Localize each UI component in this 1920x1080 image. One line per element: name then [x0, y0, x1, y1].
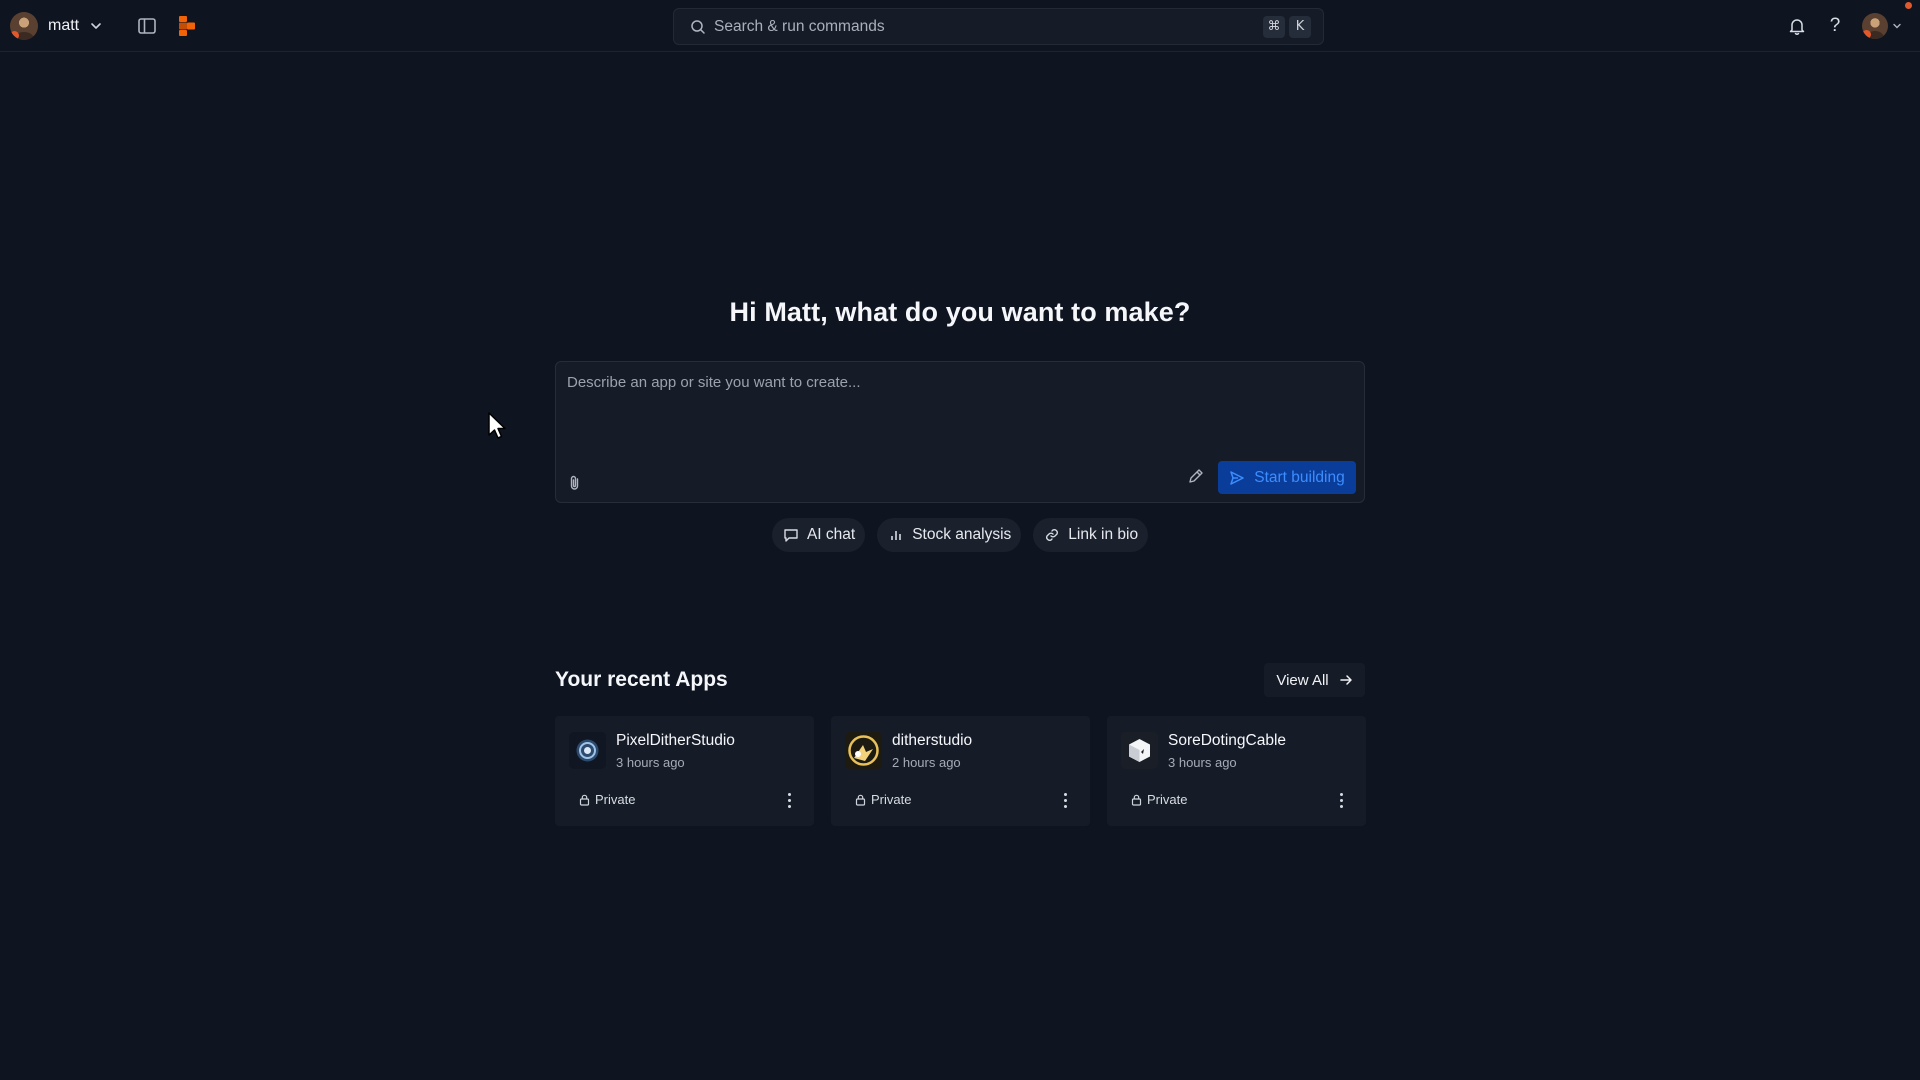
privacy-badge: Private — [855, 792, 911, 807]
prompt-box: Start building — [555, 361, 1365, 503]
chevron-down-icon — [1893, 23, 1901, 29]
chip-label: Link in bio — [1068, 526, 1139, 543]
sore-doting-cable-app-icon — [1121, 732, 1158, 769]
app-updated: 2 hours ago — [892, 755, 961, 770]
more-options-icon[interactable] — [1058, 790, 1072, 810]
chip-label: Stock analysis — [912, 526, 1012, 543]
workspace-switcher[interactable]: matt — [10, 12, 103, 40]
arrow-right-icon — [1339, 675, 1352, 685]
search-placeholder: Search & run commands — [714, 17, 885, 35]
app-card[interactable]: ditherstudio 2 hours ago Private — [831, 716, 1090, 826]
shortcut-key-k: K — [1289, 15, 1311, 38]
page-title: Hi Matt, what do you want to make? — [729, 297, 1191, 327]
paperclip-icon[interactable] — [566, 474, 584, 492]
privacy-badge: Private — [579, 792, 635, 807]
message-icon — [784, 529, 798, 542]
top-right-actions: ? — [1786, 2, 1912, 39]
view-all-button[interactable]: View All — [1264, 663, 1365, 697]
send-icon — [1230, 470, 1244, 485]
workspace-name: matt — [48, 17, 80, 34]
sidebar-toggle-icon[interactable] — [136, 15, 158, 37]
start-building-button[interactable]: Start building — [1218, 461, 1356, 494]
lock-icon — [579, 794, 590, 806]
recent-apps-list: PixelDitherStudio 3 hours ago Private di… — [555, 716, 1366, 826]
privacy-label: Private — [1147, 792, 1188, 807]
bell-icon — [1789, 19, 1805, 35]
chip-ai-chat[interactable]: AI chat — [771, 518, 866, 552]
start-building-label: Start building — [1254, 468, 1345, 486]
link-icon — [1046, 529, 1059, 541]
help-button[interactable]: ? — [1824, 15, 1846, 37]
mouse-cursor-icon — [488, 412, 506, 439]
top-bar: matt Search & run commands ⌘ K ? — [0, 0, 1920, 52]
pencil-icon[interactable] — [1186, 466, 1206, 486]
pixel-dither-app-icon — [569, 732, 606, 769]
more-options-icon[interactable] — [782, 790, 796, 810]
app-updated: 3 hours ago — [1168, 755, 1237, 770]
bar-chart-icon — [891, 531, 901, 540]
search-icon — [691, 19, 705, 34]
shortcut-key-cmd: ⌘ — [1263, 15, 1285, 38]
privacy-label: Private — [595, 792, 636, 807]
recent-apps-title: Your recent Apps — [555, 668, 728, 691]
app-card[interactable]: PixelDitherStudio 3 hours ago Private — [555, 716, 814, 826]
chip-stock-analysis[interactable]: Stock analysis — [877, 518, 1022, 552]
lock-icon — [1131, 794, 1142, 806]
app-name: ditherstudio — [892, 732, 973, 749]
app-card[interactable]: SoreDotingCable 3 hours ago Private — [1107, 716, 1366, 826]
app-name: PixelDitherStudio — [616, 732, 735, 749]
more-options-icon[interactable] — [1334, 790, 1348, 810]
suggestion-chips: AI chat Stock analysis Link in bio — [0, 518, 1920, 552]
user-avatar — [1862, 13, 1888, 39]
app-name: SoreDotingCable — [1168, 732, 1287, 749]
user-menu[interactable] — [1862, 2, 1912, 39]
notifications-button[interactable] — [1786, 15, 1808, 37]
privacy-label: Private — [871, 792, 912, 807]
privacy-badge: Private — [1131, 792, 1187, 807]
workspace-avatar — [10, 12, 38, 40]
chip-link-in-bio[interactable]: Link in bio — [1033, 518, 1149, 552]
command-search[interactable]: Search & run commands ⌘ K — [673, 8, 1324, 45]
replit-logo-icon[interactable] — [177, 15, 197, 37]
prompt-input[interactable] — [567, 374, 1347, 444]
app-updated: 3 hours ago — [616, 755, 685, 770]
ditherstudio-app-icon — [845, 732, 882, 769]
lock-icon — [855, 794, 866, 806]
view-all-label: View All — [1276, 671, 1329, 689]
chip-label: AI chat — [806, 526, 856, 543]
chevron-down-icon — [91, 23, 101, 29]
notification-dot — [1905, 2, 1912, 9]
